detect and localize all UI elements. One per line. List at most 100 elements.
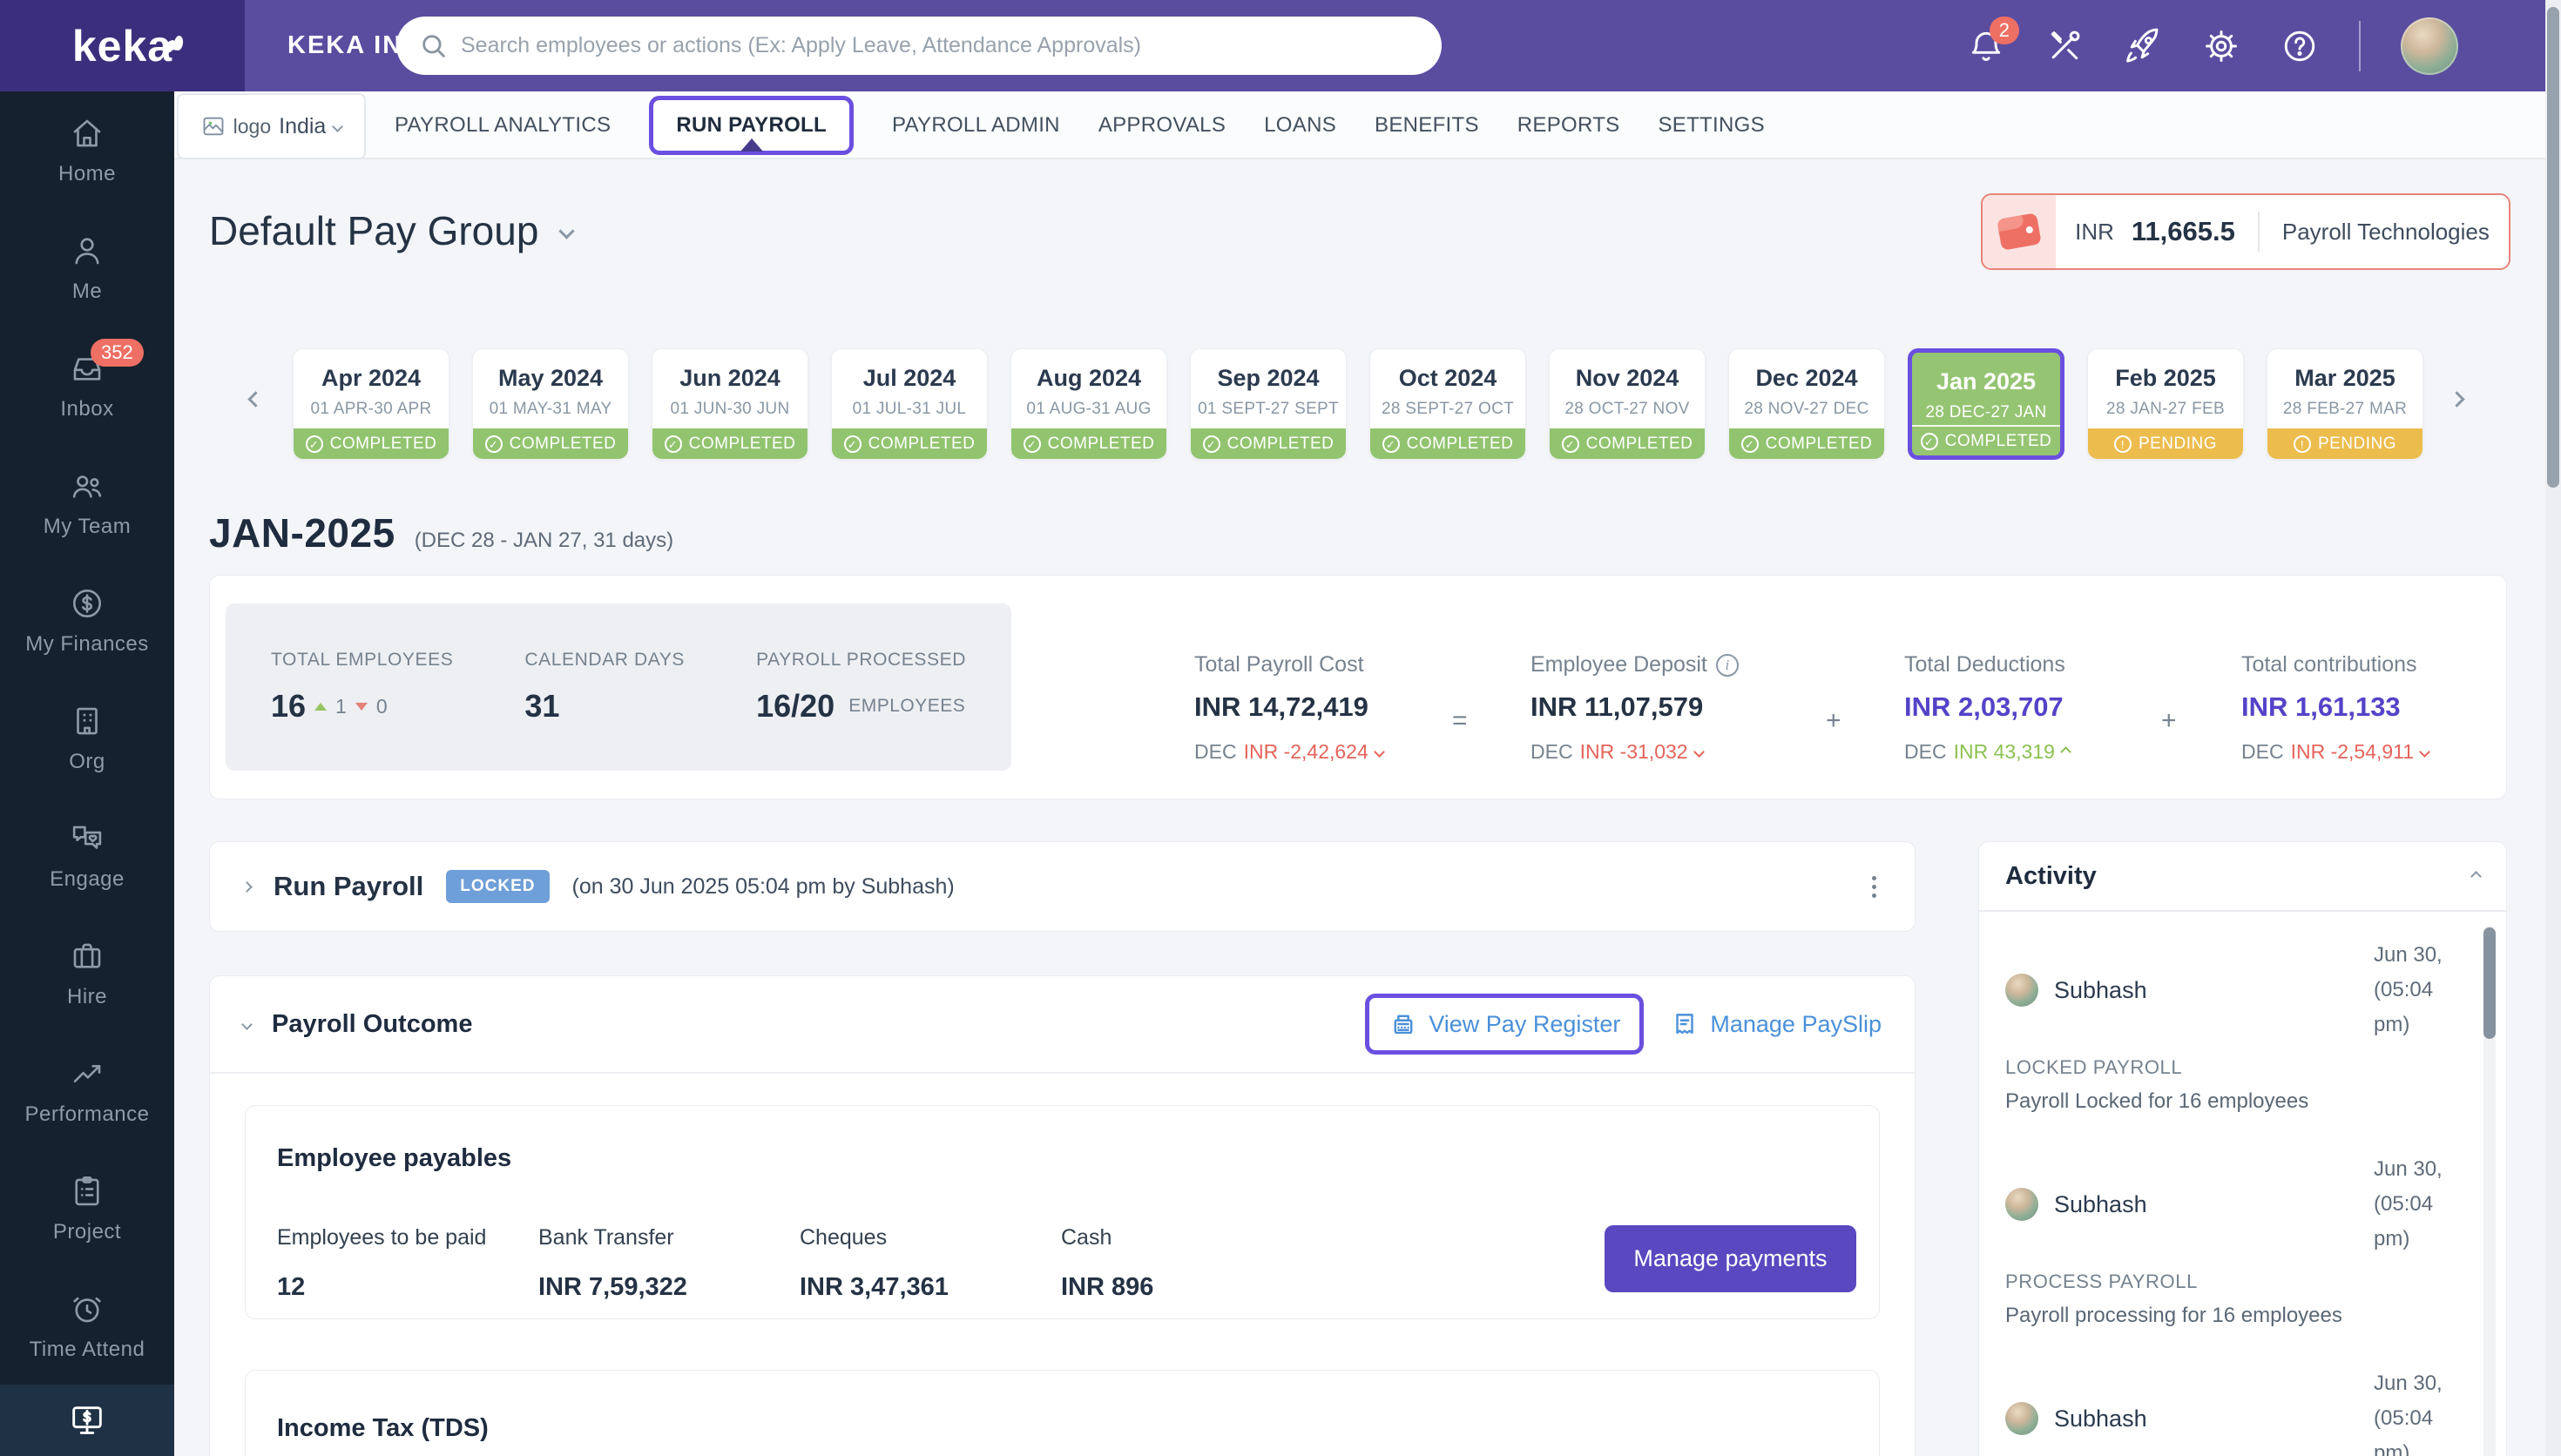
user-avatar[interactable]: [2401, 17, 2458, 75]
activity-timestamp: Jun 30, (05:04 pm): [2374, 1372, 2443, 1456]
locked-meta: (on 30 Jun 2025 05:04 pm by Subhash): [571, 873, 955, 899]
page-scrollbar-thumb[interactable]: [2547, 7, 2559, 488]
dec-comparison[interactable]: DEC INR -31,032: [1531, 740, 1739, 764]
month-card-nov-2024[interactable]: Nov 2024 28 OCT-27 NOV ✓ COMPLETED: [1549, 348, 1706, 460]
activity-header[interactable]: Activity: [1979, 842, 2506, 912]
month-card-jan-2025-selected[interactable]: Jan 2025 28 DEC-27 JAN ✓ COMPLETED: [1908, 348, 2064, 460]
run-payroll-section[interactable]: Run Payroll LOCKED (on 30 Jun 2025 05:04…: [209, 841, 1916, 932]
status-badge: ✓ COMPLETED: [1729, 428, 1884, 459]
sidebar-item-home[interactable]: Home: [0, 91, 174, 209]
sidebar-item-my-team[interactable]: My Team: [0, 444, 174, 562]
status-badge: ✓ COMPLETED: [1191, 428, 1346, 459]
income-tax-title: Income Tax (TDS): [277, 1414, 489, 1442]
activity-timestamp: Jun 30, (05:04 pm): [2374, 1157, 2443, 1250]
run-payroll-title: Run Payroll: [274, 871, 424, 901]
search-input[interactable]: [461, 33, 1419, 58]
sidebar-item-my-finances[interactable]: My Finances: [0, 562, 174, 679]
dec-comparison[interactable]: DEC INR -2,54,911: [2241, 740, 2430, 764]
view-pay-register-button[interactable]: View Pay Register: [1389, 1009, 1620, 1039]
keka-logo-text: keka: [71, 21, 173, 71]
tab-payroll-admin[interactable]: PAYROLL ADMIN: [892, 113, 1060, 138]
performance-icon: [73, 1064, 101, 1082]
tab-loans[interactable]: LOANS: [1264, 113, 1336, 138]
status-badge: ✓ COMPLETED: [294, 428, 449, 459]
wallet-balance-card[interactable]: INR 11,665.5 Payroll Technologies: [1981, 193, 2510, 270]
month-card-mar-2025[interactable]: Mar 2025 28 FEB-27 MAR ! PENDING: [2267, 348, 2423, 460]
tools-button[interactable]: [2045, 27, 2084, 65]
status-badge: ✓ COMPLETED: [473, 428, 628, 459]
manage-payslip-button[interactable]: Manage PaySlip: [1670, 1009, 1882, 1039]
stat-total-employees: TOTAL EMPLOYEES 16 1 0: [271, 650, 454, 724]
sidebar-item-engage[interactable]: Engage: [0, 797, 174, 914]
topbar: keka KEKA INC 2: [0, 0, 2561, 91]
keka-logo[interactable]: keka: [0, 0, 245, 91]
activity-entry: Subhash Jun 30, (05:04 pm) LOCKED PAYROL…: [2005, 938, 2468, 1114]
tab-payroll-analytics[interactable]: PAYROLL ANALYTICS: [395, 113, 611, 138]
month-card-apr-2024[interactable]: Apr 2024 01 APR-30 APR ✓ COMPLETED: [293, 348, 449, 460]
exited-count: 0: [375, 694, 388, 718]
tab-settings[interactable]: SETTINGS: [1658, 113, 1764, 138]
sidebar-item-project[interactable]: Project: [0, 1149, 174, 1267]
stat-total-contributions: Total contributions INR 1,61,133 DEC INR…: [2241, 652, 2430, 764]
wallet-amount: 11,665.5: [2131, 216, 2235, 246]
sidebar-item-me[interactable]: Me: [0, 209, 174, 327]
manage-payments-button[interactable]: Manage payments: [1605, 1225, 1856, 1292]
month-card-may-2024[interactable]: May 2024 01 MAY-31 MAY ✓ COMPLETED: [472, 348, 629, 460]
month-card-jul-2024[interactable]: Jul 2024 01 JUL-31 JUL ✓ COMPLETED: [831, 348, 988, 460]
pay-group-selector[interactable]: Default Pay Group: [209, 207, 576, 254]
sidebar-item-inbox[interactable]: Inbox 352: [0, 327, 174, 444]
dec-comparison[interactable]: DEC INR 43,319: [1904, 740, 2071, 764]
chevron-up-icon: [2470, 870, 2482, 882]
period-title: JAN-2025: [209, 510, 395, 556]
activity-scrollbar[interactable]: [2483, 926, 2496, 1456]
launch-button[interactable]: [2124, 27, 2162, 65]
activity-panel: Activity Subhash Jun 30, (05:04 pm) LOCK…: [1978, 841, 2507, 1456]
month-card-aug-2024[interactable]: Aug 2024 01 AUG-31 AUG ✓ COMPLETED: [1010, 348, 1167, 460]
tab-reports[interactable]: REPORTS: [1517, 113, 1620, 138]
carousel-prev-button[interactable]: [247, 391, 264, 408]
sidebar-item-performance[interactable]: Performance: [0, 1032, 174, 1149]
notifications-button[interactable]: 2: [1967, 16, 2019, 65]
dec-comparison[interactable]: DEC INR -2,42,624: [1194, 740, 1385, 764]
sidebar-item-payroll[interactable]: [0, 1385, 174, 1456]
settings-button[interactable]: [2202, 27, 2240, 65]
month-card-sep-2024[interactable]: Sep 2024 01 SEPT-27 SEPT ✓ COMPLETED: [1190, 348, 1347, 460]
inbox-count-badge: 352: [91, 339, 144, 367]
carousel-next-button[interactable]: [2449, 391, 2465, 408]
month-card-feb-2025[interactable]: Feb 2025 28 JAN-27 FEB ! PENDING: [2087, 348, 2244, 460]
payroll-tabs: PAYROLL ANALYTICS RUN PAYROLL PAYROLL AD…: [395, 91, 1765, 159]
check-circle-icon: ✓: [1920, 432, 1938, 450]
payables-title: Employee payables: [277, 1144, 512, 1172]
sidebar-item-time-attend[interactable]: Time Attend: [0, 1267, 174, 1385]
page-scrollbar[interactable]: [2545, 0, 2561, 1456]
pay-register-icon: [1394, 1014, 1413, 1035]
month-card-dec-2024[interactable]: Dec 2024 28 NOV-27 DEC ✓ COMPLETED: [1728, 348, 1885, 460]
avatar: [2005, 1402, 2038, 1435]
tab-benefits[interactable]: BENEFITS: [1375, 113, 1479, 138]
check-circle-icon: ✓: [1561, 435, 1579, 453]
chevron-down-icon: [558, 222, 576, 239]
help-button[interactable]: [2281, 27, 2319, 65]
period-heading: JAN-2025 (DEC 28 - JAN 27, 31 days): [209, 509, 673, 556]
legal-entity-selector[interactable]: logo India: [177, 93, 366, 159]
activity-entry: Subhash Jun 30, (05:04 pm) PROCESS PAYRO…: [2005, 1152, 2468, 1328]
kebab-menu-icon[interactable]: [1867, 871, 1882, 903]
payroll-summary-card: TOTAL EMPLOYEES 16 1 0 CALENDAR DAYS 31 …: [209, 575, 2507, 799]
tab-approvals[interactable]: APPROVALS: [1098, 113, 1226, 138]
sidebar-item-org[interactable]: Org: [0, 679, 174, 797]
topbar-actions: 2: [1967, 0, 2458, 91]
sidebar-item-hire[interactable]: Hire: [0, 914, 174, 1032]
income-tax-card: Income Tax (TDS): [245, 1370, 1880, 1456]
payroll-outcome-header[interactable]: Payroll Outcome View Pay Register Manage…: [210, 976, 1915, 1074]
avatar: [2005, 1188, 2038, 1221]
activity-list: Subhash Jun 30, (05:04 pm) LOCKED PAYROL…: [1979, 912, 2506, 1456]
stat-calendar-days: CALENDAR DAYS 31: [524, 650, 686, 724]
global-search[interactable]: [396, 17, 1442, 75]
month-card-oct-2024[interactable]: Oct 2024 28 SEPT-27 OCT ✓ COMPLETED: [1369, 348, 1526, 460]
team-icon: [72, 475, 102, 498]
status-badge: ✓ COMPLETED: [1912, 425, 2060, 455]
activity-scrollbar-thumb[interactable]: [2483, 927, 2496, 1039]
tab-run-payroll[interactable]: RUN PAYROLL: [649, 96, 854, 155]
info-icon[interactable]: i: [1715, 653, 1739, 677]
month-card-jun-2024[interactable]: Jun 2024 01 JUN-30 JUN ✓ COMPLETED: [652, 348, 808, 460]
